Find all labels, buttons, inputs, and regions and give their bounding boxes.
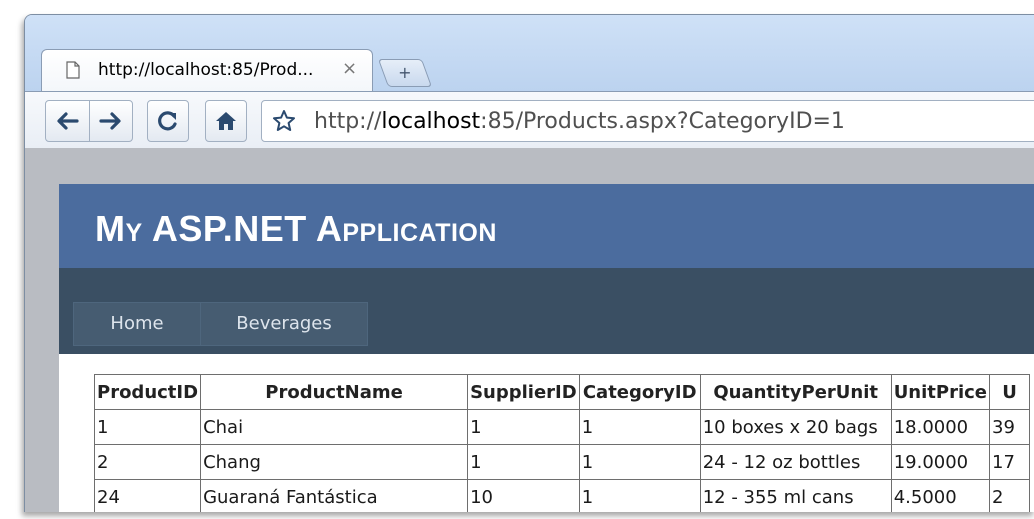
table-cell: 4.5000 <box>890 479 991 512</box>
column-header[interactable]: ProductID <box>93 374 202 410</box>
reload-button[interactable] <box>147 100 189 142</box>
table-cell: 2 <box>989 479 1031 512</box>
table-cell: 1 <box>467 444 580 480</box>
menu-item-beverages[interactable]: Beverages <box>200 302 368 346</box>
table-row: 24 Guaraná Fantástica 10 1 12 - 355 ml c… <box>93 479 1031 512</box>
table-cell: 1 <box>578 409 701 445</box>
table-cell: Guaraná Fantástica <box>200 479 469 512</box>
column-header[interactable]: SupplierID <box>467 374 580 410</box>
reload-icon <box>158 111 177 131</box>
table-cell: 24 - 12 oz bottles <box>699 444 892 480</box>
address-bar[interactable]: http://localhost:85/Products.aspx?Catego… <box>261 100 1034 142</box>
table-cell: 1 <box>93 409 202 445</box>
browser-viewport: My ASP.NET Application Home Beverages Pr… <box>25 148 1034 512</box>
plus-icon: + <box>398 63 412 82</box>
home-button[interactable] <box>205 100 247 142</box>
table-cell: 24 <box>93 479 202 512</box>
star-icon[interactable] <box>272 109 296 137</box>
back-button[interactable] <box>46 101 89 141</box>
site-navbar: Home Beverages <box>59 268 1034 354</box>
column-header[interactable]: UnitPrice <box>890 374 991 410</box>
column-header[interactable]: CategoryID <box>578 374 701 410</box>
home-icon <box>216 112 236 130</box>
table-cell: 19.0000 <box>890 444 991 480</box>
table-cell: Chai <box>200 409 469 445</box>
tab-title: http://localhost:85/Prod... <box>98 60 314 80</box>
table-cell: 1 <box>467 409 580 445</box>
menu-item-home[interactable]: Home <box>73 302 201 346</box>
products-table: ProductID ProductName SupplierID Categor… <box>93 374 1031 512</box>
nav-button-group <box>45 100 133 142</box>
web-page: My ASP.NET Application Home Beverages Pr… <box>59 184 1034 512</box>
url-path: :85/Products.aspx?CategoryID=1 <box>480 109 845 134</box>
table-row: 1 Chai 1 1 10 boxes x 20 bags 18.0000 39 <box>93 409 1031 445</box>
table-header-row: ProductID ProductName SupplierID Categor… <box>93 374 1031 410</box>
url-scheme: http:// <box>314 109 382 134</box>
table-cell: 1 <box>578 479 701 512</box>
column-header[interactable]: U <box>989 374 1031 410</box>
table-cell: 12 - 355 ml cans <box>699 479 892 512</box>
browser-window: http://localhost:85/Prod... × + http://l… <box>24 14 1034 512</box>
table-cell: 2 <box>93 444 202 480</box>
table-cell: 39 <box>989 409 1031 445</box>
url-host: localhost <box>381 109 481 134</box>
page-icon <box>66 61 80 79</box>
back-arrow-icon <box>57 112 79 130</box>
table-cell: 17 <box>989 444 1031 480</box>
forward-button[interactable] <box>88 101 133 141</box>
table-cell: 18.0000 <box>890 409 991 445</box>
new-tab-button[interactable]: + <box>377 59 433 87</box>
browser-tab[interactable]: http://localhost:85/Prod... × <box>41 49 373 94</box>
column-header[interactable]: ProductName <box>200 374 469 410</box>
url-text: http://localhost:85/Products.aspx?Catego… <box>314 109 845 134</box>
column-header[interactable]: QuantityPerUnit <box>699 374 892 410</box>
forward-arrow-icon <box>99 112 121 130</box>
table-cell: 10 <box>467 479 580 512</box>
table-cell: 10 boxes x 20 bags <box>699 409 892 445</box>
main-content: ProductID ProductName SupplierID Categor… <box>59 354 1034 512</box>
table-cell: 1 <box>578 444 701 480</box>
browser-toolbar: http://localhost:85/Products.aspx?Catego… <box>25 91 1034 149</box>
table-cell: Chang <box>200 444 469 480</box>
table-row: 2 Chang 1 1 24 - 12 oz bottles 19.0000 1… <box>93 444 1031 480</box>
tab-close-button[interactable]: × <box>342 58 357 79</box>
page-title: My ASP.NET Application <box>95 208 497 249</box>
